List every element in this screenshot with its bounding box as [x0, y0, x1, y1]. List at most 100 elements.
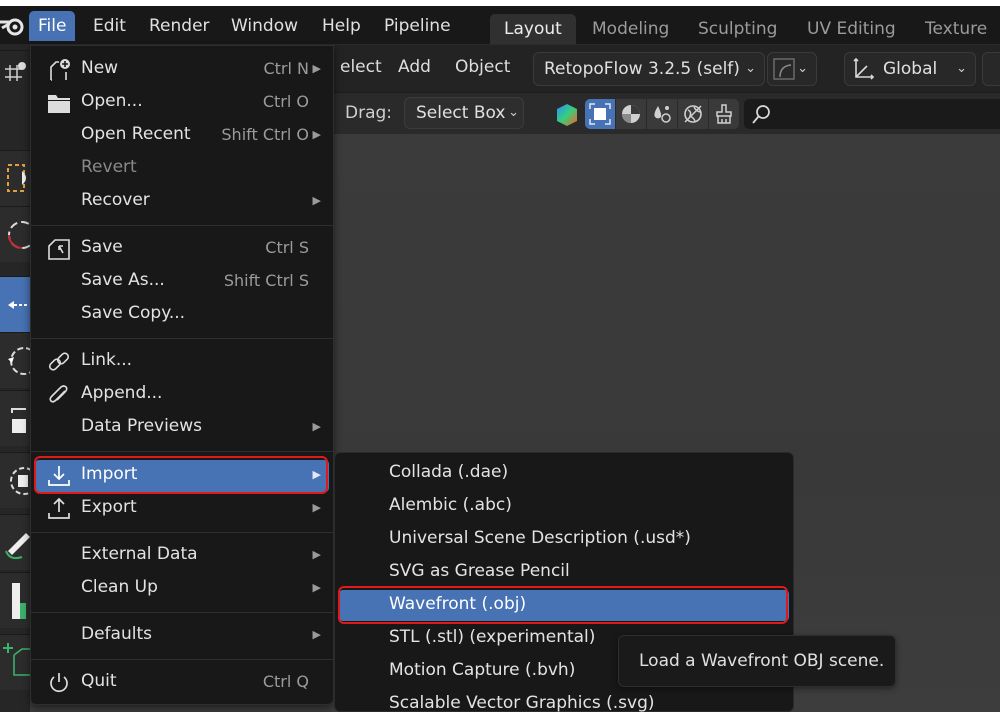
import-item-svg-grease-pencil[interactable]: SVG as Grease Pencil [339, 557, 789, 588]
folder-icon [48, 95, 70, 113]
drag-dropdown[interactable]: Select Box ⌄ [404, 97, 524, 129]
menu-item-new[interactable]: New Ctrl N ▶ [35, 54, 329, 86]
drag-value: Select Box [416, 103, 506, 123]
scale-tool-icon[interactable] [0, 390, 30, 446]
menu-file[interactable]: File [29, 11, 76, 41]
menu-item-open[interactable]: Open... Ctrl O [35, 87, 329, 119]
menu-item-label: Alembic (.abc) [389, 495, 512, 515]
search-input[interactable] [744, 99, 1000, 129]
menu-select[interactable]: elect [340, 57, 382, 77]
color-hexagon-icon[interactable] [555, 103, 579, 127]
menu-item-save-copy[interactable]: Save Copy... [35, 299, 329, 331]
world-icon[interactable] [678, 99, 708, 129]
menu-item-quit[interactable]: Quit Ctrl Q [35, 667, 329, 699]
menu-item-save[interactable]: Save Ctrl S [35, 233, 329, 265]
import-item-usd[interactable]: Universal Scene Description (.usd*) [339, 524, 789, 555]
power-icon [50, 673, 68, 693]
tab-texture-paint[interactable]: Texture P [911, 14, 1000, 69]
menu-add[interactable]: Add [398, 57, 431, 77]
tab-uv-editing[interactable]: UV Editing [793, 14, 910, 44]
droplet-icon[interactable] [647, 99, 677, 129]
export-icon [48, 497, 70, 519]
menu-window[interactable]: Window [222, 11, 307, 41]
menu-object[interactable]: Object [455, 57, 510, 77]
menu-render[interactable]: Render [140, 11, 219, 41]
menu-item-label: Data Previews [81, 416, 203, 436]
menu-item-label: Scalable Vector Graphics (.svg) [389, 693, 655, 712]
submenu-arrow-icon: ▶ [312, 420, 321, 433]
menu-item-label: Revert [81, 157, 137, 177]
menu-item-clean-up[interactable]: Clean Up ▶ [35, 573, 329, 605]
move-tool-icon[interactable] [0, 276, 30, 332]
orientation-value: Global [883, 59, 938, 79]
menu-item-open-recent[interactable]: Open Recent Shift Ctrl O ▶ [35, 120, 329, 152]
menu-item-label: Open Recent [81, 124, 191, 144]
menu-item-label: Collada (.dae) [389, 462, 509, 482]
import-item-svg[interactable]: Scalable Vector Graphics (.svg) [339, 689, 789, 712]
import-item-alembic[interactable]: Alembic (.abc) [339, 491, 789, 522]
menu-pipeline[interactable]: Pipeline [375, 11, 460, 41]
menu-item-label: New [81, 58, 119, 78]
menu-separator [31, 659, 333, 660]
menu-item-label: Open... [81, 91, 143, 111]
menu-item-external-data[interactable]: External Data ▶ [35, 540, 329, 572]
save-icon [48, 239, 70, 260]
submenu-arrow-icon: ▶ [312, 128, 321, 141]
menu-item-label: Quit [81, 671, 117, 691]
tool-mode-icon[interactable] [0, 50, 30, 90]
transform-orientation-dropdown[interactable]: Global ⌄ [844, 52, 976, 86]
menu-item-label: SVG as Grease Pencil [389, 561, 570, 581]
paperclip-icon [49, 385, 68, 403]
menu-item-revert: Revert [35, 153, 329, 185]
shortcut-label: Ctrl S [265, 238, 309, 257]
select-tool-icon[interactable] [0, 150, 30, 206]
drag-label: Drag: [345, 103, 393, 123]
link-icon [48, 352, 70, 371]
menu-item-save-as[interactable]: Save As... Shift Ctrl S [35, 266, 329, 298]
blender-logo-icon[interactable] [0, 14, 26, 38]
menu-help[interactable]: Help [313, 11, 370, 41]
shading-icon[interactable] [616, 99, 646, 129]
menu-item-label: STL (.stl) (experimental) [389, 627, 596, 647]
axes-icon [853, 57, 875, 80]
submenu-arrow-icon: ▶ [312, 194, 321, 207]
menu-item-link[interactable]: Link... [35, 346, 329, 378]
menu-item-label: Recover [81, 190, 150, 210]
menu-item-label: Universal Scene Description (.usd*) [389, 528, 691, 548]
menu-item-label: Link... [81, 350, 133, 370]
menu-edit[interactable]: Edit [84, 11, 135, 41]
menu-item-label: Save [81, 237, 123, 257]
pivot-dropdown[interactable] [982, 52, 1000, 86]
chevron-down-icon: ⌄ [508, 105, 519, 120]
menu-item-label: Motion Capture (.bvh) [389, 660, 576, 680]
menu-item-defaults[interactable]: Defaults ▶ [35, 620, 329, 652]
menu-item-data-previews[interactable]: Data Previews ▶ [35, 412, 329, 444]
search-icon [752, 105, 770, 124]
addon-dropdown-value: RetopoFlow 3.2.5 (self) [544, 59, 740, 79]
tab-layout[interactable]: Layout [490, 14, 576, 44]
transform-tool-icon[interactable] [0, 452, 38, 508]
select-box-icon[interactable] [585, 99, 615, 129]
rotate-tool-icon[interactable] [0, 332, 38, 388]
brush-icon[interactable] [709, 99, 739, 129]
menu-separator [31, 225, 333, 226]
snap-dropdown[interactable]: ⌄ [767, 52, 817, 86]
tab-modeling[interactable]: Modeling [578, 14, 683, 44]
menu-item-export[interactable]: Export ▶ [35, 493, 329, 525]
addon-dropdown[interactable]: RetopoFlow 3.2.5 (self) ⌄ [533, 52, 765, 86]
tab-sculpting[interactable]: Sculpting [684, 14, 791, 44]
shortcut-label: Shift Ctrl O [221, 125, 309, 144]
import-item-collada[interactable]: Collada (.dae) [339, 458, 789, 489]
add-cube-tool-icon[interactable] [0, 634, 30, 690]
chevron-down-icon: ⌄ [745, 61, 756, 76]
measure-tool-icon[interactable] [0, 572, 30, 628]
top-bar: File Edit Render Window Help Pipeline La… [0, 6, 1000, 69]
menu-item-append[interactable]: Append... [35, 379, 329, 411]
tooltip: Load a Wavefront OBJ scene. [618, 635, 896, 687]
annotate-tool-icon[interactable] [0, 514, 30, 570]
menu-item-recover[interactable]: Recover ▶ [35, 186, 329, 218]
cursor-tool-icon[interactable] [0, 206, 36, 262]
menu-separator [31, 338, 333, 339]
annotation-highlight-wavefront [338, 586, 788, 624]
curve-icon [773, 58, 795, 80]
